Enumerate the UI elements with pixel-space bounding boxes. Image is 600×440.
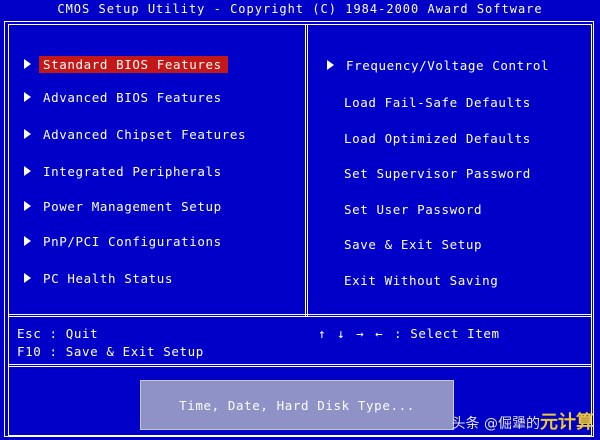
menu-item-label: Frequency/Voltage Control [346,57,550,73]
item-help-box: Time, Date, Hard Disk Type... [140,380,454,430]
arrow-keys-icon: ↑ ↓ → ← [318,326,385,341]
menu-item-set-user-password[interactable]: Set User Password [340,200,488,218]
menu-item-label: Load Optimized Defaults [344,130,531,146]
menu-item-label: Power Management Setup [43,198,222,214]
menu-item-label: Advanced BIOS Features [43,89,222,105]
menu-item-pnp-pci-configurations[interactable]: PnP/PCI Configurations [24,232,228,250]
menu-item-label: Load Fail-Safe Defaults [344,94,531,110]
menu-item-advanced-bios-features[interactable]: Advanced BIOS Features [24,88,228,106]
menu-item-label: Integrated Peripherals [43,163,222,179]
column-divider [305,24,308,316]
arrow-right-icon [24,92,31,102]
f10-save-exit-hint: F10 : Save & Exit Setup [17,344,204,359]
menu-item-integrated-peripherals[interactable]: Integrated Peripherals [24,162,228,180]
arrow-right-icon [24,59,31,69]
menu-footer-divider [8,314,592,317]
arrow-right-icon [24,201,31,211]
menu-item-frequency-voltage-control[interactable]: Frequency/Voltage Control [327,56,555,74]
watermark-logo: 元计算 [540,412,594,433]
menu-item-load-optimized-defaults[interactable]: Load Optimized Defaults [340,129,537,147]
menu-item-label: Set Supervisor Password [344,165,531,181]
watermark: 头条 @倔犟的元计算 [452,408,594,434]
menu-item-label: Standard BIOS Features [39,55,228,73]
menu-item-exit-without-saving[interactable]: Exit Without Saving [340,271,504,289]
menu-item-label: Advanced Chipset Features [43,126,247,142]
watermark-name: 倔犟的 [498,416,540,432]
bios-title: CMOS Setup Utility - Copyright (C) 1984-… [57,2,543,16]
footer-status-divider [8,364,592,367]
menu-item-power-management-setup[interactable]: Power Management Setup [24,197,228,215]
menu-item-label: Save & Exit Setup [344,236,483,252]
menu-item-label: Exit Without Saving [344,272,499,288]
watermark-prefix: 头条 @ [451,416,498,432]
menu-item-load-fail-safe-defaults[interactable]: Load Fail-Safe Defaults [340,93,537,111]
menu-item-standard-bios-features[interactable]: Standard BIOS Features [24,55,228,73]
menu-item-save-and-exit-setup[interactable]: Save & Exit Setup [340,235,488,253]
arrow-right-icon [24,166,31,176]
menu-item-label: Set User Password [344,201,483,217]
esc-quit-hint: Esc : Quit [17,326,99,341]
arrow-right-icon [24,236,31,246]
menu-item-advanced-chipset-features[interactable]: Advanced Chipset Features [24,125,252,143]
inner-frame [8,24,592,436]
arrow-right-icon [24,129,31,139]
menu-item-set-supervisor-password[interactable]: Set Supervisor Password [340,164,537,182]
arrow-right-icon [327,60,334,70]
menu-item-label: PnP/PCI Configurations [43,233,222,249]
select-item-hint: : Select Item [394,326,500,341]
menu-item-label: PC Health Status [43,270,174,286]
arrow-right-icon [24,273,31,283]
item-help-text: Time, Date, Hard Disk Type... [179,397,415,413]
menu-item-pc-health-status[interactable]: PC Health Status [24,269,179,287]
